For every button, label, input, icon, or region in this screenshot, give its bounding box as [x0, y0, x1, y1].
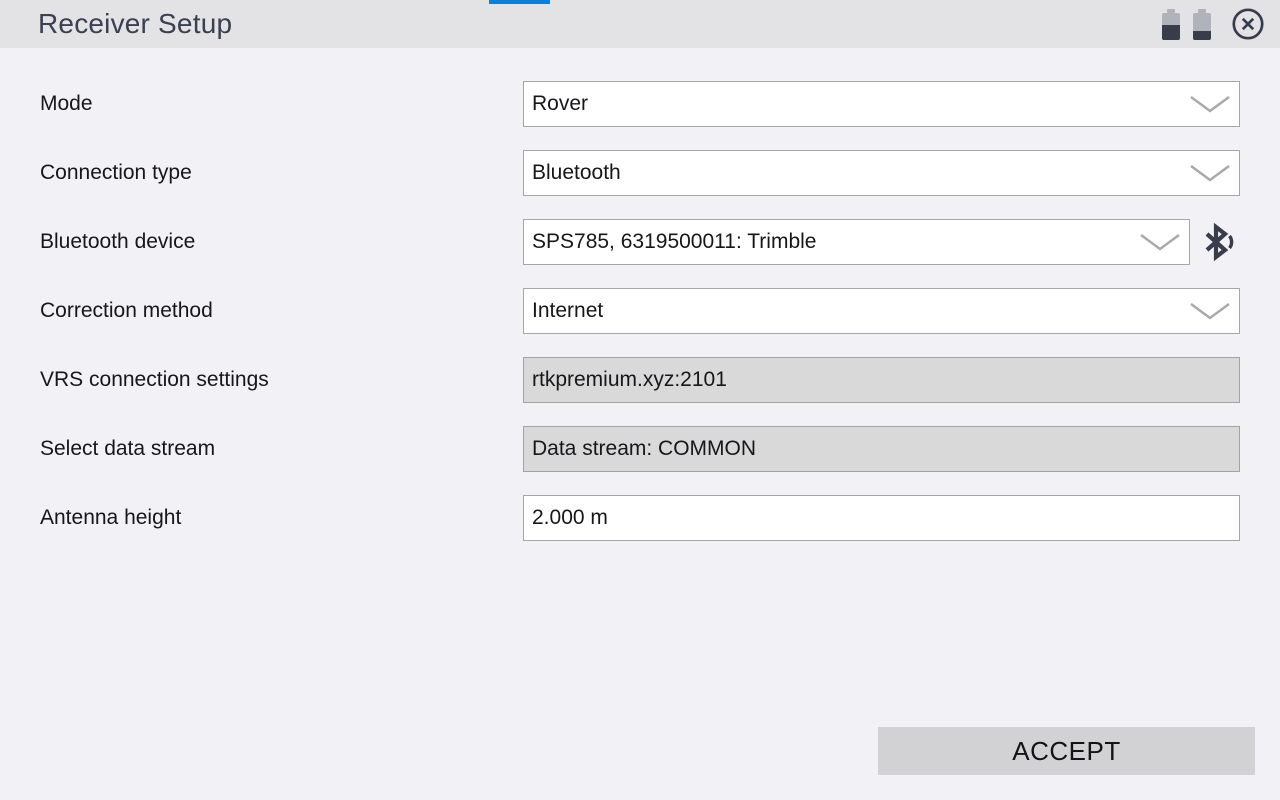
- battery-icon: [1193, 9, 1211, 40]
- receiver-setup-form: Mode Rover Connection type Bluetooth Blu…: [40, 81, 1240, 564]
- accept-button[interactable]: ACCEPT: [878, 727, 1255, 775]
- chevron-down-icon: [1188, 163, 1232, 183]
- vrs-connection-settings-value: rtkpremium.xyz:2101: [532, 368, 727, 392]
- form-row-vrs-connection: VRS connection settings rtkpremium.xyz:2…: [40, 357, 1240, 403]
- connection-type-dropdown[interactable]: Bluetooth: [523, 150, 1240, 196]
- mode-value: Rover: [532, 92, 588, 116]
- vrs-connection-settings-field: rtkpremium.xyz:2101: [523, 357, 1240, 403]
- close-button[interactable]: [1230, 6, 1266, 42]
- bluetooth-device-label: Bluetooth device: [40, 230, 523, 254]
- antenna-height-label: Antenna height: [40, 506, 523, 530]
- chevron-down-icon: [1188, 301, 1232, 321]
- correction-method-label: Correction method: [40, 299, 523, 323]
- mode-label: Mode: [40, 92, 523, 116]
- chevron-down-icon: [1188, 94, 1232, 114]
- header-status-area: [1162, 6, 1266, 42]
- page-title: Receiver Setup: [38, 8, 232, 40]
- correction-method-value: Internet: [532, 299, 603, 323]
- select-data-stream-field: Data stream: COMMON: [523, 426, 1240, 472]
- battery-icon: [1162, 9, 1180, 40]
- select-data-stream-value: Data stream: COMMON: [532, 437, 756, 461]
- chevron-down-icon: [1138, 232, 1182, 252]
- bluetooth-icon: [1197, 222, 1237, 262]
- form-row-bluetooth-device: Bluetooth device SPS785, 6319500011: Tri…: [40, 219, 1240, 265]
- connection-type-value: Bluetooth: [532, 161, 621, 185]
- form-row-connection-type: Connection type Bluetooth: [40, 150, 1240, 196]
- bluetooth-device-value: SPS785, 6319500011: Trimble: [532, 230, 816, 254]
- form-row-antenna-height: Antenna height: [40, 495, 1240, 541]
- mode-dropdown[interactable]: Rover: [523, 81, 1240, 127]
- bluetooth-device-dropdown[interactable]: SPS785, 6319500011: Trimble: [523, 219, 1190, 265]
- form-row-correction-method: Correction method Internet: [40, 288, 1240, 334]
- correction-method-dropdown[interactable]: Internet: [523, 288, 1240, 334]
- form-row-mode: Mode Rover: [40, 81, 1240, 127]
- vrs-connection-settings-label: VRS connection settings: [40, 368, 523, 392]
- form-row-data-stream: Select data stream Data stream: COMMON: [40, 426, 1240, 472]
- receiver-setup-screen: Receiver Setup Mode Rover: [0, 0, 1280, 800]
- close-icon: [1230, 6, 1266, 42]
- antenna-height-input[interactable]: [523, 495, 1240, 541]
- select-data-stream-label: Select data stream: [40, 437, 523, 461]
- header: Receiver Setup: [0, 0, 1280, 48]
- active-tab-indicator: [489, 0, 550, 4]
- connection-type-label: Connection type: [40, 161, 523, 185]
